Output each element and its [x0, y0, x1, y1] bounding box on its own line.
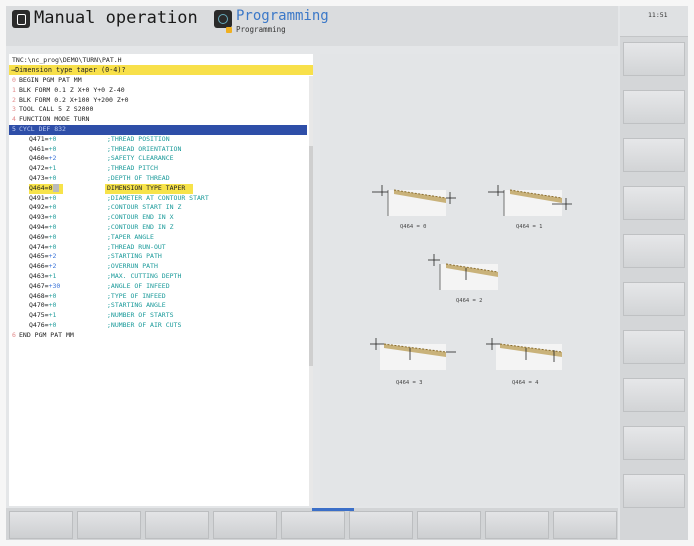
graphic-caption: Q464 = 0	[400, 224, 427, 230]
softkey-2[interactable]	[77, 511, 141, 539]
vertical-softkey-3[interactable]	[623, 138, 685, 172]
machine-mode[interactable]: Manual operation	[12, 8, 212, 34]
programming-icon	[214, 10, 232, 28]
vertical-softkey-7[interactable]	[623, 330, 685, 364]
graphic-caption: Q464 = 3	[396, 380, 423, 386]
tnc-screen: Manual operation Programming Programming…	[6, 6, 688, 540]
program-line[interactable]: 2 BLK FORM 0.2 X+100 Y+200 Z+0	[9, 96, 307, 106]
graphic-caption: Q464 = 4	[512, 380, 539, 386]
softkey-6[interactable]	[349, 511, 413, 539]
help-graphic-panel: Q464 = 0 Q464 = 1 Q464 = 2 Q464 = 3 Q464…	[320, 54, 618, 506]
cycle-parameter[interactable]: Q465=+2 ;STARTING PATH	[9, 252, 307, 262]
cycle-parameter[interactable]: Q467=+30 ;ANGLE OF INFEED	[9, 282, 307, 292]
vertical-softkey-6[interactable]	[623, 282, 685, 316]
cycle-parameter[interactable]: Q474=+0 ;THREAD RUN-OUT	[9, 243, 307, 253]
cycle-parameter[interactable]: Q476=+0 ;NUMBER OF AIR CUTS	[9, 321, 307, 331]
taper-dimension-graphic-2: Q464 = 2	[422, 250, 508, 308]
taper-dimension-graphic-0: Q464 = 0	[370, 176, 456, 234]
softkey-1[interactable]	[9, 511, 73, 539]
cycle-parameter-active[interactable]: Q464=0 DIMENSION TYPE TAPER	[9, 183, 307, 194]
graphic-caption: Q464 = 2	[456, 298, 483, 304]
sub-mode-icon	[226, 27, 232, 33]
taper-dimension-graphic-1: Q464 = 1	[486, 176, 572, 234]
softkey-8[interactable]	[485, 511, 549, 539]
softkey-3[interactable]	[145, 511, 209, 539]
taper-dimension-graphic-4: Q464 = 4	[486, 330, 572, 388]
manual-operation-icon	[12, 10, 30, 28]
vertical-softkey-1[interactable]	[623, 42, 685, 76]
cycle-parameter[interactable]: Q469=+0 ;TAPER ANGLE	[9, 233, 307, 243]
vertical-softkey-bar: 11:51	[620, 6, 688, 540]
softkey-5[interactable]	[281, 511, 345, 539]
program-path: TNC:\nc_prog\DEMO\TURN\PAT.H	[12, 56, 122, 64]
cycle-parameter[interactable]: Q468=+0 ;TYPE OF INFEED	[9, 292, 307, 302]
horizontal-softkey-bar	[6, 508, 618, 540]
cycle-parameter[interactable]: Q493=+0 ;CONTOUR END IN X	[9, 213, 307, 223]
vertical-softkey-5[interactable]	[623, 234, 685, 268]
program-line[interactable]: 4 FUNCTION MODE TURN	[9, 115, 307, 125]
cycle-parameter[interactable]: Q473=+0 ;DEPTH OF THREAD	[9, 174, 307, 184]
program-editor[interactable]: TNC:\nc_prog\DEMO\TURN\PAT.H →Dimension …	[9, 54, 313, 506]
scrollbar-thumb[interactable]	[309, 146, 313, 366]
program-line[interactable]: 1 BLK FORM 0.1 Z X+0 Y+0 Z-40	[9, 86, 307, 96]
cycle-parameter[interactable]: Q460=+2 ;SAFETY CLEARANCE	[9, 154, 307, 164]
clock-time: 11:51	[648, 11, 668, 19]
editor-scrollbar[interactable]	[309, 76, 313, 506]
machine-mode-label: Manual operation	[34, 8, 198, 28]
softkey-9[interactable]	[553, 511, 617, 539]
cycle-parameter[interactable]: Q491=+0 ;DIAMETER AT CONTOUR START	[9, 194, 307, 204]
cycle-parameter[interactable]: Q463=+1 ;MAX. CUTTING DEPTH	[9, 272, 307, 282]
vertical-softkey-9[interactable]	[623, 426, 685, 460]
programming-mode[interactable]: Programming Programming	[214, 8, 414, 42]
clock: 11:51	[620, 6, 688, 37]
cycle-parameter[interactable]: Q470=+0 ;STARTING ANGLE	[9, 301, 307, 311]
cycle-parameter[interactable]: Q472=+1 ;THREAD PITCH	[9, 164, 307, 174]
cycle-parameter[interactable]: Q492=+0 ;CONTOUR START IN Z	[9, 203, 307, 213]
cycle-parameter[interactable]: Q475=+1 ;NUMBER OF STARTS	[9, 311, 307, 321]
text-cursor	[52, 183, 59, 192]
vertical-softkey-4[interactable]	[623, 186, 685, 220]
vertical-softkey-8[interactable]	[623, 378, 685, 412]
programming-mode-label: Programming	[236, 8, 329, 24]
graphic-caption: Q464 = 1	[516, 224, 543, 230]
programming-sub-label: Programming	[236, 25, 286, 34]
cycle-parameter[interactable]: Q466=+2 ;OVERRUN PATH	[9, 262, 307, 272]
program-line-cycle-def[interactable]: 5 CYCL DEF 832	[9, 124, 307, 135]
cycle-parameter[interactable]: Q461=+0 ;THREAD ORIENTATION	[9, 145, 307, 155]
cycle-parameter[interactable]: Q471=+0 ;THREAD POSITION	[9, 135, 307, 145]
program-line[interactable]: 0 BEGIN PGM PAT MM	[9, 76, 307, 86]
softkey-7[interactable]	[417, 511, 481, 539]
program-line[interactable]: 3 TOOL CALL 5 Z S2000	[9, 105, 307, 115]
header-bar: Manual operation Programming Programming	[6, 6, 618, 46]
taper-dimension-graphic-3: Q464 = 3	[370, 330, 456, 388]
program-line-end[interactable]: 6 END PGM PAT MM	[9, 331, 307, 341]
program-lines: 0 BEGIN PGM PAT MM 1 BLK FORM 0.1 Z X+0 Y+…	[9, 76, 307, 341]
cycle-parameter[interactable]: Q494=+0 ;CONTOUR END IN Z	[9, 223, 307, 233]
vertical-softkey-10[interactable]	[623, 474, 685, 508]
vertical-softkey-2[interactable]	[623, 90, 685, 124]
dialog-prompt: →Dimension type taper (0-4)?	[9, 65, 313, 75]
softkey-4[interactable]	[213, 511, 277, 539]
